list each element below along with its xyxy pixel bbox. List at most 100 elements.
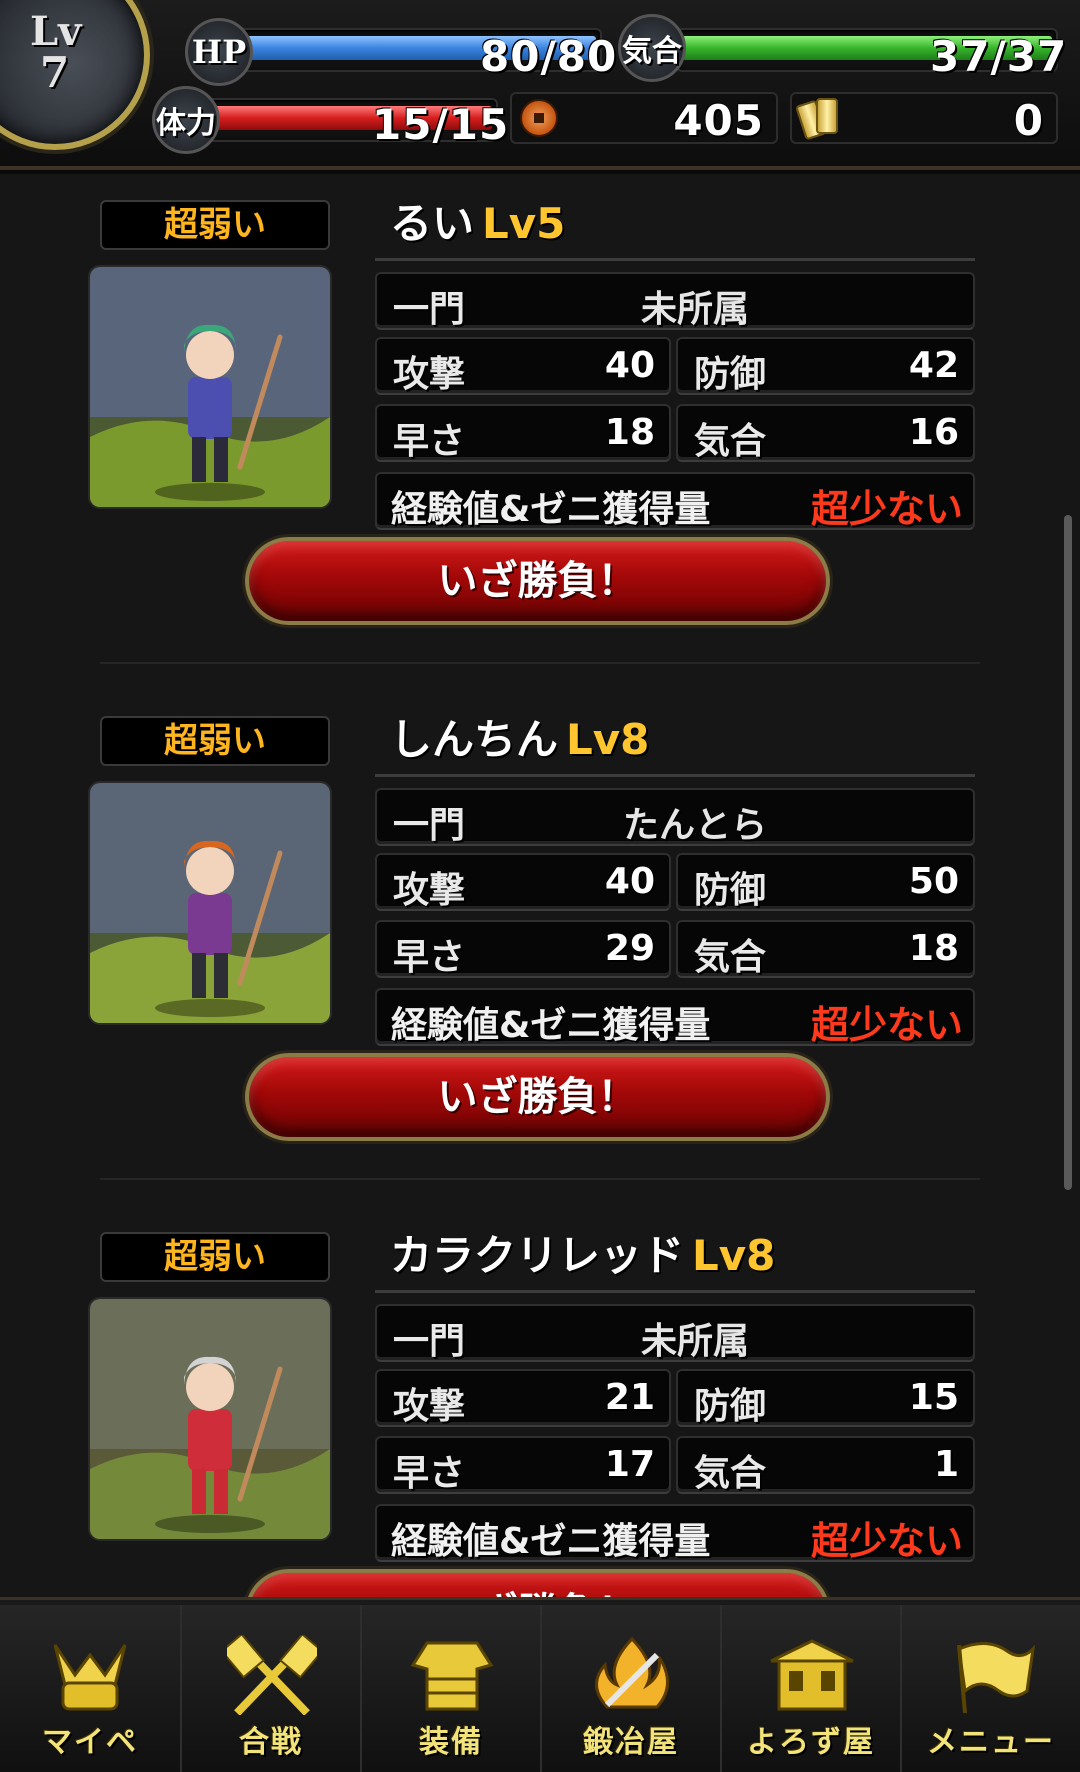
ki-icon: 気合 — [618, 14, 686, 82]
exp-box: 経験値&ゼニ獲得量 超少ない — [375, 472, 975, 531]
attack-box: 攻撃 40 — [375, 337, 671, 395]
nav-battle-label: 合戦 — [239, 1725, 303, 1760]
speed-label: 早さ — [393, 936, 466, 978]
tier-badge: 超弱い — [100, 1232, 330, 1282]
enemy-level: Lv5 — [482, 199, 566, 248]
faction-box: 一門 未所属 — [375, 272, 975, 330]
enemy-name: カラクリレッド Lv8 — [390, 1222, 775, 1283]
fight-button[interactable]: いざ勝負！ — [245, 537, 830, 625]
enemy-card-2: 超弱い しんちん Lv8 一門 たんとら 攻撃 40 防御 50 早さ 29 気… — [0, 688, 1050, 1203]
defense-box: 防御 42 — [676, 337, 975, 395]
enemy-name-text: カラクリレッド — [390, 1231, 685, 1280]
card-divider — [100, 1178, 980, 1180]
spirit-value: 16 — [908, 412, 959, 453]
spirit-value: 18 — [908, 928, 959, 969]
enemy-name-text: しんちん — [390, 715, 559, 764]
defense-box: 防御 15 — [676, 1369, 975, 1427]
attack-label: 攻撃 — [393, 869, 466, 911]
nav-blacksmith[interactable]: 鍛冶屋 — [540, 1605, 720, 1772]
zeni-value: 405 — [673, 96, 764, 145]
speed-label: 早さ — [393, 1452, 466, 1494]
scrollbar[interactable] — [1064, 515, 1072, 1190]
enemy-portrait-image — [90, 783, 330, 1023]
faction-value: 未所属 — [640, 1321, 749, 1362]
nav-equipment-label: 装備 — [419, 1725, 483, 1760]
enemy-portrait-image — [90, 1299, 330, 1539]
forge-flame-icon — [595, 1636, 669, 1709]
enemy-card-1: 超弱い るい Lv5 一門 未所属 攻撃 40 防御 42 早さ 18 気合 1… — [0, 172, 1050, 687]
speed-box: 早さ 29 — [375, 920, 671, 978]
spirit-value: 1 — [933, 1444, 959, 1485]
enemy-portrait — [90, 1299, 330, 1539]
nav-blacksmith-label: 鍛冶屋 — [583, 1725, 679, 1760]
stamina-value: 15/15 — [372, 100, 510, 149]
nav-battle[interactable]: 合戦 — [180, 1605, 360, 1772]
enemy-name-text: るい — [390, 199, 475, 248]
defense-label: 防御 — [694, 353, 767, 395]
attack-label: 攻撃 — [393, 1385, 466, 1427]
bottom-nav: マイペ 合戦 装備 鍛冶屋 よろず屋 メニュー — [0, 1600, 1080, 1772]
exp-label: 経験値&ゼニ獲得量 — [391, 1005, 711, 1046]
enemy-name: しんちん Lv8 — [390, 706, 649, 767]
nav-equipment[interactable]: 装備 — [360, 1605, 540, 1772]
exp-label: 経験値&ゼニ獲得量 — [391, 489, 711, 530]
faction-value: たんとら — [622, 805, 767, 846]
nav-mypage-label: マイペ — [42, 1725, 138, 1760]
ki-value: 37/37 — [930, 32, 1068, 81]
tier-badge: 超弱い — [100, 716, 330, 766]
speed-value: 17 — [604, 1444, 655, 1485]
defense-label: 防御 — [694, 869, 767, 911]
stamina-icon: 体力 — [152, 86, 220, 154]
name-divider — [375, 774, 975, 777]
nav-mypage[interactable]: マイペ — [0, 1605, 180, 1772]
attack-value: 40 — [604, 345, 655, 386]
name-divider — [375, 1290, 975, 1293]
defense-box: 防御 50 — [676, 853, 975, 911]
speed-label: 早さ — [393, 420, 466, 462]
exp-value: 超少ない — [810, 1003, 963, 1047]
enemy-level: Lv8 — [692, 1231, 776, 1280]
nav-shop[interactable]: よろず屋 — [720, 1605, 900, 1772]
exp-box: 経験値&ゼニ獲得量 超少ない — [375, 988, 975, 1047]
spirit-label: 気合 — [694, 420, 767, 462]
spirit-box: 気合 16 — [676, 404, 975, 462]
speed-box: 早さ 18 — [375, 404, 671, 462]
attack-value: 40 — [604, 861, 655, 902]
spirit-box: 気合 1 — [676, 1436, 975, 1494]
zeni-counter: 405 — [510, 92, 778, 145]
level-value: 7 — [40, 48, 70, 97]
nav-menu-label: メニュー — [927, 1725, 1055, 1760]
spirit-label: 気合 — [694, 1452, 767, 1494]
enemy-name: るい Lv5 — [390, 190, 565, 251]
exp-box: 経験値&ゼニ獲得量 超少ない — [375, 1504, 975, 1563]
fight-button[interactable]: いざ勝負！ — [245, 1053, 830, 1141]
crossed-banners-icon — [227, 1635, 317, 1715]
shop-icon — [770, 1639, 854, 1711]
speed-value: 29 — [604, 928, 655, 969]
attack-box: 攻撃 40 — [375, 853, 671, 911]
faction-box: 一門 未所属 — [375, 1304, 975, 1362]
attack-box: 攻撃 21 — [375, 1369, 671, 1427]
speed-value: 18 — [604, 412, 655, 453]
enemy-portrait — [90, 267, 330, 507]
defense-label: 防御 — [694, 1385, 767, 1427]
exp-value: 超少ない — [810, 487, 963, 531]
armor-icon — [410, 1641, 494, 1711]
flag-icon — [957, 1642, 1036, 1714]
faction-box: 一門 たんとら — [375, 788, 975, 846]
attack-label: 攻撃 — [393, 353, 466, 395]
gold-value: 0 — [1013, 96, 1044, 145]
hp-icon: HP — [185, 18, 253, 86]
tier-badge: 超弱い — [100, 200, 330, 250]
speed-box: 早さ 17 — [375, 1436, 671, 1494]
gold-bars-icon — [794, 98, 844, 141]
defense-value: 50 — [908, 861, 959, 902]
zeni-coin-icon — [520, 99, 558, 137]
name-divider — [375, 258, 975, 261]
nav-menu[interactable]: メニュー — [900, 1605, 1080, 1772]
hp-value: 80/80 — [480, 32, 618, 81]
card-divider — [100, 662, 980, 664]
faction-value: 未所属 — [640, 289, 749, 330]
gold-counter: 0 — [790, 92, 1058, 145]
nav-shop-label: よろず屋 — [747, 1725, 875, 1760]
